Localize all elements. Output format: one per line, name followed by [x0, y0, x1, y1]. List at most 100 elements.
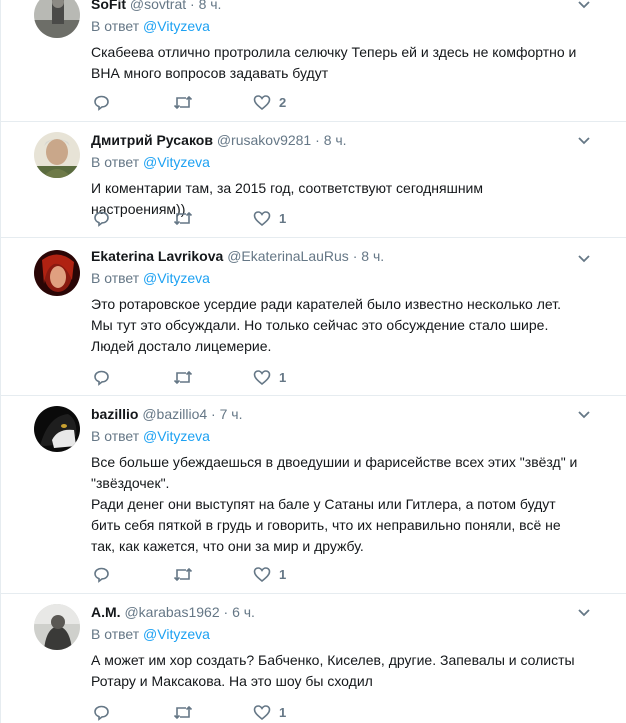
heart-icon [253, 210, 271, 226]
tweet-actions: 1 [91, 367, 391, 387]
separator-dot: · [352, 248, 358, 264]
reply-button[interactable] [93, 702, 110, 722]
reply-icon [94, 705, 109, 721]
heart-icon [253, 369, 271, 385]
avatar[interactable] [34, 132, 80, 178]
reply-icon [94, 95, 109, 111]
like-count: 1 [279, 704, 287, 720]
like-button[interactable]: 1 [253, 367, 286, 387]
tweet-header: Ekaterina Lavrikova @EkaterinaLauRus · 8… [91, 246, 581, 266]
like-count: 1 [279, 566, 287, 582]
retweet-button[interactable] [173, 92, 193, 112]
retweet-button[interactable] [173, 367, 193, 387]
mention-link[interactable]: @Vityzeva [143, 154, 210, 170]
reply-icon [94, 211, 109, 227]
mention-link[interactable]: @Vityzeva [143, 626, 210, 642]
author-handle[interactable]: @karabas1962 [124, 604, 219, 620]
separator-dot: · [223, 604, 229, 620]
mention-link[interactable]: @Vityzeva [143, 270, 210, 286]
retweet-icon [173, 567, 193, 581]
like-button[interactable]: 1 [253, 564, 286, 584]
reply-to-line: В ответ @Vityzeva [91, 16, 581, 36]
mention-link[interactable]: @Vityzeva [143, 428, 210, 444]
chevron-down-icon[interactable] [577, 254, 591, 264]
author-name[interactable]: SoFit [91, 0, 126, 12]
tweet-text-continued: Ради денег они выступят на бале у Сатаны… [91, 496, 561, 554]
like-count: 1 [279, 369, 287, 385]
tweet[interactable]: Ekaterina Lavrikova @EkaterinaLauRus · 8… [1, 238, 626, 396]
separator-dot: · [190, 0, 195, 12]
tweet[interactable]: SoFit @sovtrat · 8 ч. В ответ @Vityzeva … [1, 0, 626, 122]
avatar[interactable] [34, 0, 80, 38]
reply-to-line: В ответ @Vityzeva [91, 426, 581, 446]
tweet[interactable]: A.M. @karabas1962 · 6 ч. В ответ @Vityze… [1, 594, 626, 723]
heart-icon [253, 94, 271, 110]
retweet-button[interactable] [173, 702, 193, 722]
like-button[interactable]: 1 [253, 208, 286, 228]
chevron-down-icon[interactable] [577, 136, 591, 146]
tweet-actions: 1 [91, 564, 391, 584]
tweet[interactable]: bazillio @bazillio4 · 7 ч. В ответ @Vity… [1, 396, 626, 594]
avatar[interactable] [34, 604, 80, 650]
reply-button[interactable] [93, 208, 110, 228]
retweet-icon [173, 705, 193, 719]
separator-dot: · [315, 132, 320, 148]
timestamp[interactable]: 7 ч. [220, 406, 243, 422]
reply-button[interactable] [93, 92, 110, 112]
reply-prefix: В ответ [91, 626, 140, 642]
timestamp[interactable]: 8 ч. [199, 0, 222, 12]
author-name[interactable]: A.M. [91, 604, 121, 620]
tweet-text: А может им хор создать? Бабченко, Киселе… [91, 652, 575, 689]
like-count: 2 [279, 94, 287, 110]
like-count: 1 [279, 210, 287, 226]
timestamp[interactable]: 6 ч. [232, 604, 255, 620]
retweet-icon [173, 211, 193, 225]
tweet-header: SoFit @sovtrat · 8 ч. [91, 0, 581, 14]
heart-icon [253, 566, 271, 582]
avatar[interactable] [34, 406, 80, 452]
tweet-actions: 1 [91, 702, 391, 722]
tweet-header: A.M. @karabas1962 · 6 ч. [91, 602, 581, 622]
reply-button[interactable] [93, 367, 110, 387]
tweet-text: Все больше убеждаешься в двоедушии и фар… [91, 454, 578, 491]
author-handle[interactable]: @rusakov9281 [217, 132, 311, 148]
author-handle[interactable]: @bazillio4 [142, 406, 207, 422]
reply-icon [94, 567, 109, 583]
tweet-text: Это ротаровское усердие ради карателей б… [91, 296, 561, 354]
reply-prefix: В ответ [91, 270, 140, 286]
tweet-header: bazillio @bazillio4 · 7 ч. [91, 404, 581, 424]
reply-feed: SoFit @sovtrat · 8 ч. В ответ @Vityzeva … [0, 0, 626, 723]
reply-prefix: В ответ [91, 18, 140, 34]
tweet[interactable]: Дмитрий Русаков @rusakov9281 · 8 ч. В от… [1, 122, 626, 238]
mention-link[interactable]: @Vityzeva [143, 18, 210, 34]
reply-button[interactable] [93, 564, 110, 584]
reply-prefix: В ответ [91, 154, 140, 170]
chevron-down-icon[interactable] [577, 0, 591, 10]
reply-to-line: В ответ @Vityzeva [91, 152, 581, 172]
avatar[interactable] [34, 250, 80, 296]
retweet-button[interactable] [173, 208, 193, 228]
retweet-icon [173, 370, 193, 384]
tweet-actions: 2 [91, 92, 391, 112]
author-name[interactable]: Дмитрий Русаков [91, 132, 213, 148]
heart-icon [253, 704, 271, 720]
tweet-header: Дмитрий Русаков @rusakov9281 · 8 ч. [91, 130, 581, 150]
retweet-button[interactable] [173, 564, 193, 584]
tweet-actions: 1 [91, 208, 391, 228]
timestamp[interactable]: 8 ч. [361, 248, 384, 264]
timestamp[interactable]: 8 ч. [324, 132, 347, 148]
reply-to-line: В ответ @Vityzeva [91, 624, 581, 644]
chevron-down-icon[interactable] [577, 608, 591, 618]
like-button[interactable]: 2 [253, 92, 286, 112]
author-name[interactable]: bazillio [91, 406, 138, 422]
reply-prefix: В ответ [91, 428, 140, 444]
author-handle[interactable]: @sovtrat [130, 0, 186, 12]
author-name[interactable]: Ekaterina Lavrikova [91, 248, 223, 264]
reply-to-line: В ответ @Vityzeva [91, 268, 581, 288]
chevron-down-icon[interactable] [577, 410, 591, 420]
retweet-icon [173, 95, 193, 109]
tweet-text: Скабеева отлично протролила селючку Тепе… [91, 44, 577, 81]
author-handle[interactable]: @EkaterinaLauRus [227, 248, 349, 264]
like-button[interactable]: 1 [253, 702, 286, 722]
separator-dot: · [211, 406, 216, 422]
